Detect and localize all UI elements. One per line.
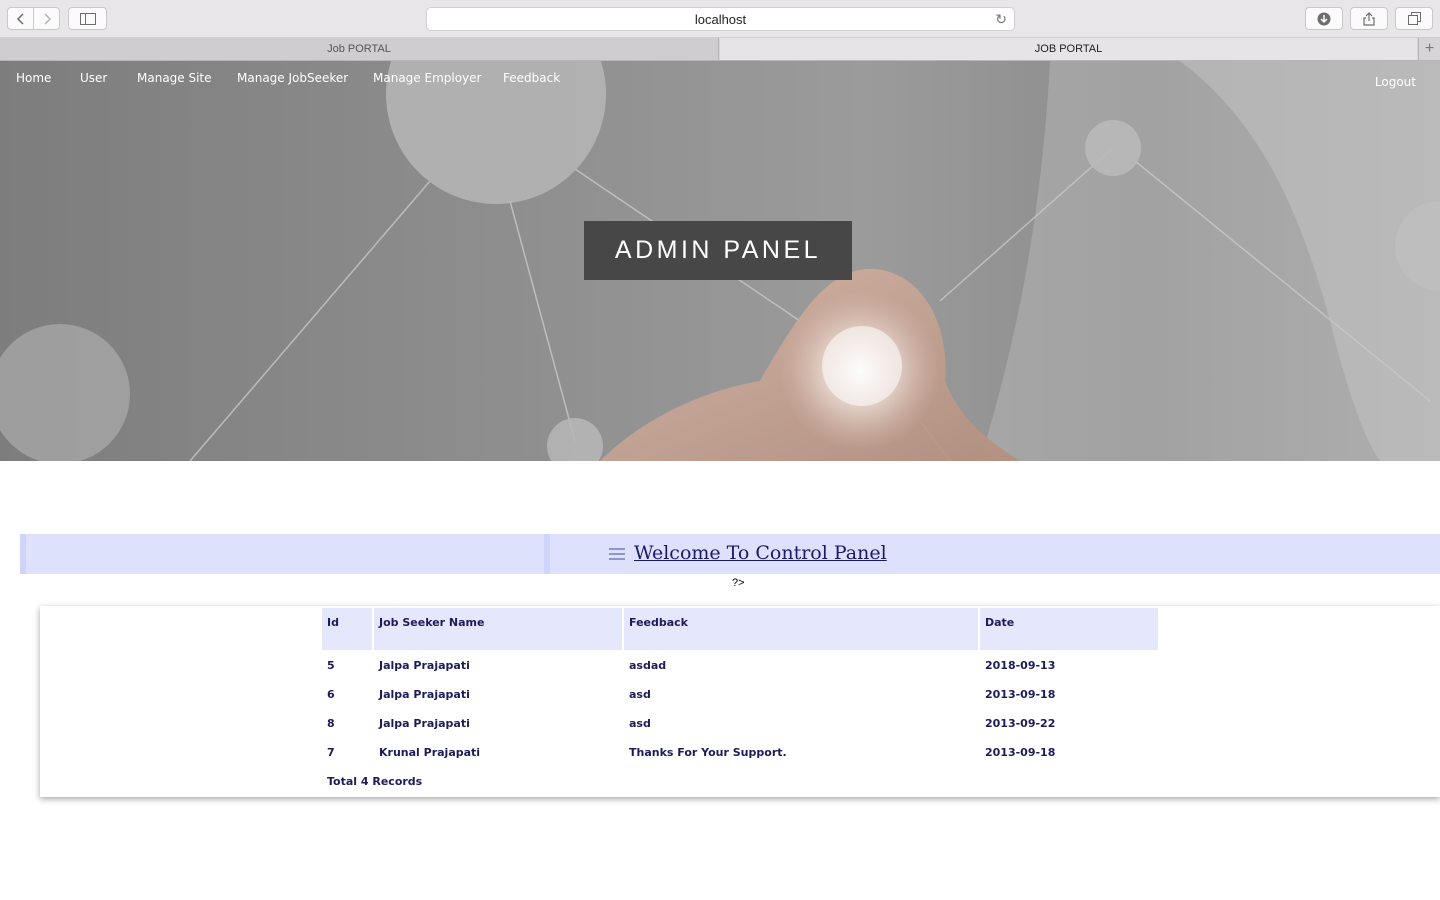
back-button[interactable] (7, 7, 34, 30)
cell-name: Jalpa Prajapati (379, 659, 470, 672)
main-navigation: Home User Manage Site Manage JobSeeker M… (0, 61, 1440, 95)
nav-manage-employer[interactable]: Manage Employer (373, 71, 481, 85)
cell-date: 2013-09-18 (985, 746, 1056, 759)
nav-feedback[interactable]: Feedback (503, 71, 560, 85)
share-icon (1363, 11, 1375, 26)
chevron-right-icon (43, 12, 51, 25)
cell-date: 2018-09-13 (985, 659, 1056, 672)
browser-tab-2[interactable]: JOB PORTAL (720, 38, 1417, 60)
nav-manage-site[interactable]: Manage Site (137, 71, 212, 85)
admin-panel-title: ADMIN PANEL (584, 221, 852, 280)
downloads-button[interactable] (1305, 7, 1343, 30)
sidebar-toggle-button[interactable] (68, 7, 107, 30)
cell-feedback: asd (629, 717, 651, 730)
cell-feedback: asdad (629, 659, 667, 672)
welcome-bar: Welcome To Control Panel (20, 534, 1440, 574)
stray-text: ?> (732, 577, 745, 589)
admin-panel-title-text: ADMIN PANEL (614, 236, 822, 264)
browser-tab-1[interactable]: Job PORTAL (0, 38, 719, 60)
cell-feedback: asd (629, 688, 651, 701)
total-records: Total 4 Records (327, 775, 423, 788)
cell-id: 7 (327, 746, 335, 759)
menu-icon[interactable] (609, 548, 625, 560)
cell-id: 5 (327, 659, 335, 672)
column-header-date: Date (980, 608, 1158, 650)
show-tabs-button[interactable] (1395, 7, 1433, 30)
cell-date: 2013-09-22 (985, 717, 1056, 730)
nav-user[interactable]: User (80, 71, 107, 85)
cell-id: 8 (327, 717, 335, 730)
cell-name: Jalpa Prajapati (379, 688, 470, 701)
browser-toolbar: localhost ↻ (0, 0, 1440, 38)
logout-link[interactable]: Logout (1375, 75, 1416, 89)
nav-manage-jobseeker[interactable]: Manage JobSeeker (237, 71, 348, 85)
cell-name: Krunal Prajapati (379, 746, 481, 759)
cell-date: 2013-09-18 (985, 688, 1056, 701)
tab-bar: Job PORTAL JOB PORTAL + (0, 38, 1440, 61)
reload-icon[interactable]: ↻ (995, 11, 1007, 28)
tab-label: JOB PORTAL (1034, 43, 1103, 55)
tab-label: Job PORTAL (327, 43, 391, 55)
welcome-bar-left-panel (20, 534, 550, 574)
tabs-icon (1407, 12, 1421, 25)
column-header-feedback: Feedback (624, 608, 978, 650)
address-text: localhost (694, 11, 747, 27)
cell-feedback: Thanks For Your Support. (629, 746, 787, 759)
welcome-title-link[interactable]: Welcome To Control Panel (634, 542, 887, 564)
feedback-table-card: Id Job Seeker Name Feedback Date 5 Jalpa… (40, 606, 1440, 797)
column-header-job-seeker-name: Job Seeker Name (374, 608, 622, 650)
download-icon (1317, 12, 1331, 25)
sidebar-icon (79, 12, 96, 25)
nav-home[interactable]: Home (16, 71, 51, 85)
forward-button[interactable] (33, 7, 60, 30)
new-tab-icon[interactable]: + (1418, 38, 1440, 60)
chevron-left-icon (16, 12, 24, 25)
cell-id: 6 (327, 688, 335, 701)
address-bar[interactable]: localhost ↻ (426, 7, 1015, 31)
share-button[interactable] (1350, 7, 1388, 30)
column-header-id: Id (322, 608, 372, 650)
cell-name: Jalpa Prajapati (379, 717, 470, 730)
